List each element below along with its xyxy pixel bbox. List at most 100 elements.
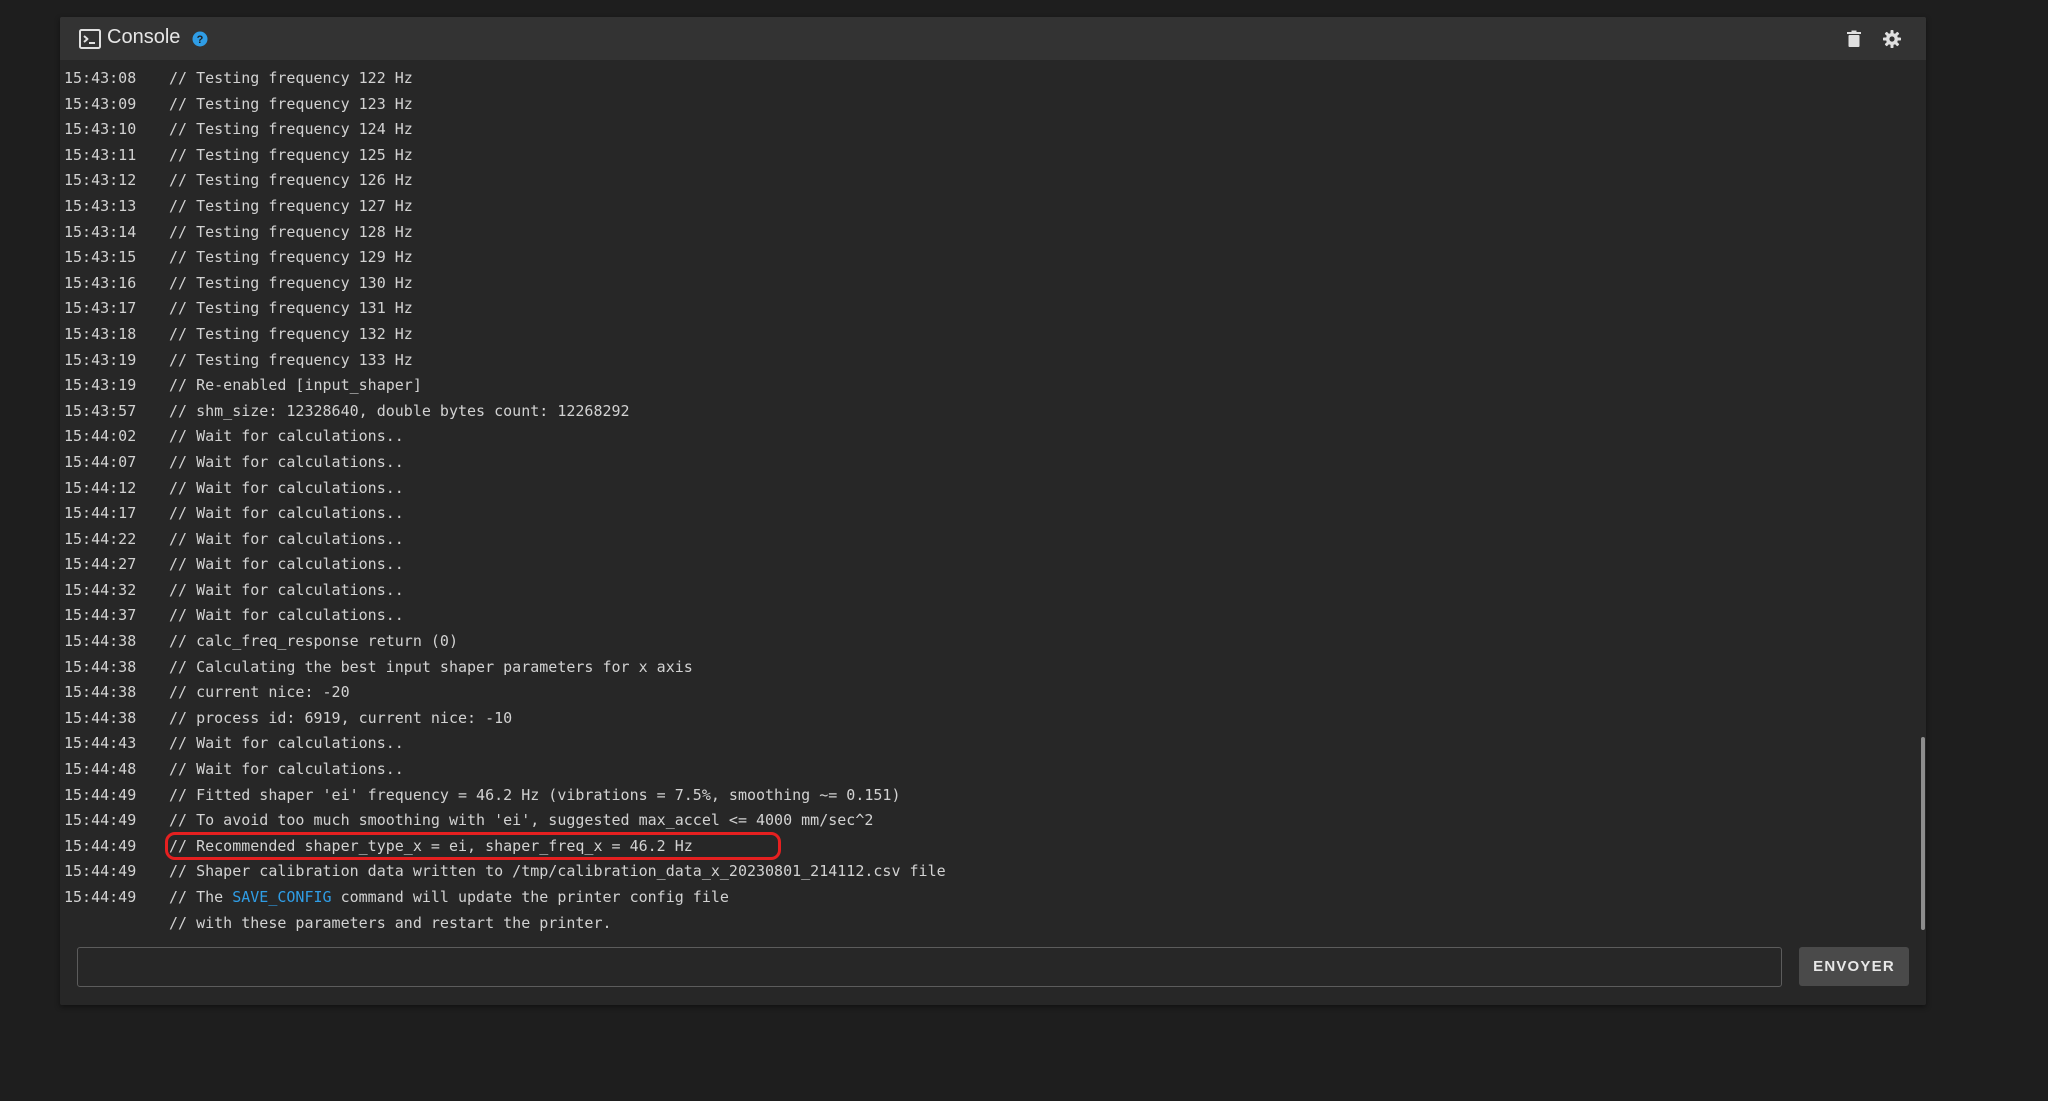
clear-console-button[interactable] — [1842, 27, 1866, 51]
console-settings-button[interactable] — [1880, 27, 1904, 51]
log-list: 15:43:08 // Testing frequency 122 Hz 15:4… — [64, 66, 946, 936]
log-message: // Testing frequency 129 Hz — [169, 248, 413, 267]
log-message-prefix: // The — [169, 888, 233, 906]
log-entry: 15:44:49 // To avoid too much smoothing w… — [64, 808, 946, 834]
log-timestamp: 15:43:17 — [64, 299, 137, 318]
log-timestamp: 15:43:18 — [64, 324, 137, 343]
log-entry: 15:43:13 // Testing frequency 127 Hz — [64, 194, 946, 220]
console-panel: Console ? 15:43:08// Testing frequency 1… — [60, 17, 1926, 1005]
log-message: // Wait for calculations.. — [169, 606, 404, 625]
log-entry: 15:44:22 // Wait for calculations.. — [64, 527, 946, 553]
terminal-icon — [79, 29, 101, 49]
log-timestamp: 15:43:19 — [64, 376, 137, 395]
log-entry: 15:43:11 // Testing frequency 125 Hz — [64, 143, 946, 169]
log-entry: 15:44:38 // Calculating the best input sh… — [64, 655, 946, 681]
log-timestamp: 15:44:12 — [64, 478, 137, 497]
log-entry: 15:44:49 // The SAVE_CONFIG command will … — [64, 885, 946, 911]
log-timestamp: 15:43:14 — [64, 222, 137, 241]
log-timestamp: 15:44:22 — [64, 529, 137, 548]
log-entry: 15:43:17 // Testing frequency 131 Hz — [64, 296, 946, 322]
log-entry: 15:43:08 // Testing frequency 122 Hz — [64, 66, 946, 92]
log-message: // Re-enabled [input_shaper] — [169, 376, 422, 395]
console-log[interactable]: 15:43:08 // Testing frequency 122 Hz 15:4… — [60, 62, 1926, 939]
log-message: // Wait for calculations.. — [169, 504, 404, 523]
command-input[interactable] — [77, 947, 1782, 987]
save-config-command-link[interactable]: SAVE_CONFIG — [232, 888, 331, 906]
log-entry: 15:44:32 // Wait for calculations.. — [64, 578, 946, 604]
trash-icon — [1847, 30, 1861, 47]
log-entry: 15:44:49 // Fitted shaper 'ei' frequency … — [64, 783, 946, 809]
log-entry: 15:43:09 // Testing frequency 123 Hz — [64, 92, 946, 118]
log-timestamp: 15:43:11 — [64, 145, 137, 164]
scrollbar-thumb[interactable] — [1921, 737, 1925, 930]
log-entry: 15:44:38 // current nice: -20 — [64, 680, 946, 706]
log-timestamp: 15:43:13 — [64, 196, 137, 215]
log-message: // Testing frequency 128 Hz — [169, 222, 413, 241]
log-message: // Calculating the best input shaper par… — [169, 657, 693, 676]
log-entry: 15:44:48 // Wait for calculations.. — [64, 757, 946, 783]
log-entry: 15:44:38 // process id: 6919, current nic… — [64, 706, 946, 732]
log-timestamp: 15:44:17 — [64, 504, 137, 523]
log-timestamp: 15:44:38 — [64, 683, 137, 702]
log-entry: 15:44:27 // Wait for calculations.. — [64, 552, 946, 578]
log-entry: 15:43:19 // Testing frequency 133 Hz — [64, 348, 946, 374]
page-title: Console — [107, 26, 181, 48]
log-entry: 15:43:19 // Re-enabled [input_shaper] — [64, 373, 946, 399]
log-message: // Testing frequency 132 Hz — [169, 324, 413, 343]
log-entry: 15:43:12 // Testing frequency 126 Hz — [64, 168, 946, 194]
log-message: // To avoid too much smoothing with 'ei'… — [169, 811, 874, 830]
log-entry-highlighted: 15:44:49 // Recommended shaper_type_x = e… — [64, 831, 946, 860]
log-timestamp: 15:43:57 — [64, 401, 137, 420]
log-timestamp: 15:44:43 — [64, 734, 137, 753]
log-message: // Testing frequency 126 Hz — [169, 171, 413, 190]
log-timestamp: 15:44:37 — [64, 606, 137, 625]
log-timestamp: 15:43:16 — [64, 273, 137, 292]
log-message: // Fitted shaper 'ei' frequency = 46.2 H… — [169, 785, 901, 804]
log-timestamp: 15:43:19 — [64, 350, 137, 369]
log-timestamp: 15:43:08 — [64, 69, 137, 87]
log-message: // Wait for calculations.. — [169, 760, 404, 779]
log-message: // Wait for calculations.. — [169, 452, 404, 471]
log-entry: 15:43:57 // shm_size: 12328640, double by… — [64, 399, 946, 425]
log-message: // Recommended shaper_type_x = ei, shape… — [169, 836, 693, 855]
log-message: // process id: 6919, current nice: -10 — [169, 708, 513, 727]
log-entry: 15:44:07 // Wait for calculations.. — [64, 450, 946, 476]
log-entry: 15:43:18 // Testing frequency 132 Hz — [64, 322, 946, 348]
log-entry: 15:43:10 // Testing frequency 124 Hz — [64, 117, 946, 143]
log-message: // Testing frequency 125 Hz — [169, 145, 413, 164]
log-entry: 15:43:16 // Testing frequency 130 Hz — [64, 271, 946, 297]
log-message: // Wait for calculations.. — [169, 555, 404, 574]
help-circle-icon[interactable]: ? — [192, 31, 208, 47]
log-message-suffix: command will update the printer config f… — [331, 888, 729, 906]
log-message: // Wait for calculations.. — [169, 529, 404, 548]
log-message: // Testing frequency 131 Hz — [169, 299, 413, 318]
log-timestamp: 15:43:09 — [64, 94, 137, 113]
log-entry: 15:44:17 // Wait for calculations.. — [64, 501, 946, 527]
log-entry: 15:44:12 // Wait for calculations.. — [64, 476, 946, 502]
send-button[interactable]: ENVOYER — [1799, 947, 1909, 986]
log-timestamp: 15:44:49 — [64, 811, 137, 830]
log-timestamp: 15:44:49 — [64, 836, 137, 855]
log-timestamp: 15:43:15 — [64, 248, 137, 267]
gear-icon — [1883, 30, 1901, 48]
log-timestamp: 15:44:27 — [64, 555, 137, 574]
log-entry: 15:44:37 // Wait for calculations.. — [64, 603, 946, 629]
log-timestamp: 15:44:49 — [64, 888, 137, 906]
log-entry: // with these parameters and restart the… — [64, 911, 946, 937]
log-timestamp: 15:44:02 — [64, 427, 137, 446]
log-message: // Testing frequency 124 Hz — [169, 120, 413, 139]
log-message: // Wait for calculations.. — [169, 478, 404, 497]
log-message: // Wait for calculations.. — [169, 734, 404, 753]
log-timestamp: 15:44:07 — [64, 452, 137, 471]
log-message: // Shaper calibration data written to /t… — [169, 862, 946, 881]
console-header: Console ? — [60, 17, 1926, 60]
log-timestamp: 15:44:48 — [64, 760, 137, 779]
log-message: // calc_freq_response return (0) — [169, 632, 458, 651]
log-message: // Testing frequency 127 Hz — [169, 196, 413, 215]
log-message: // with these parameters and restart the… — [169, 913, 612, 932]
log-entry: 15:43:14 // Testing frequency 128 Hz — [64, 220, 946, 246]
log-message: // Testing frequency 123 Hz — [169, 94, 413, 113]
log-message: // Wait for calculations.. — [169, 580, 404, 599]
log-entry: 15:44:02 // Wait for calculations.. — [64, 424, 946, 450]
log-entry: 15:44:49 // Shaper calibration data writt… — [64, 859, 946, 885]
